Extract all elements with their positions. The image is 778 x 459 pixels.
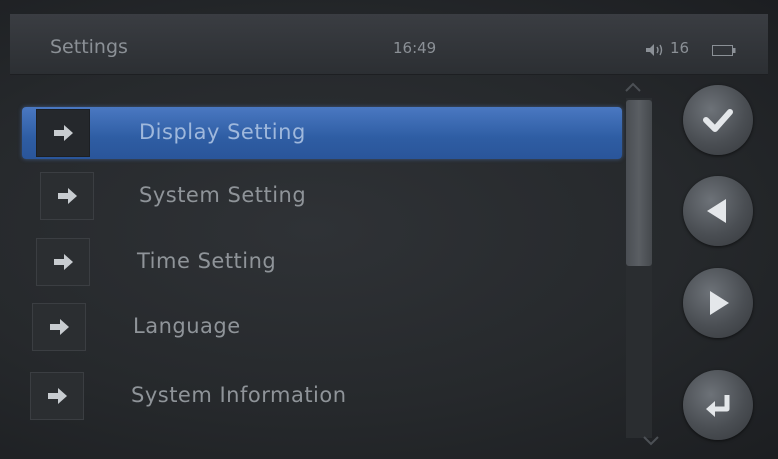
right-arrow-icon — [710, 291, 729, 315]
settings-list: Display Setting System Setting Time Sett… — [10, 80, 660, 450]
menu-item-system-setting[interactable]: System Setting — [22, 170, 622, 222]
previous-button[interactable] — [683, 176, 753, 246]
volume-level: 16 — [670, 39, 690, 57]
enter-button[interactable] — [683, 370, 753, 440]
menu-item-label: System Information — [131, 383, 347, 407]
menu-item-label: System Setting — [139, 183, 307, 207]
status-bar: Settings 16:49 16 — [10, 14, 768, 75]
speaker-icon — [646, 44, 663, 56]
arrow-box — [36, 109, 90, 157]
arrow-box — [30, 372, 84, 420]
enter-return-icon — [706, 395, 730, 417]
menu-item-display-setting[interactable]: Display Setting — [22, 107, 622, 159]
arrow-box — [32, 303, 86, 351]
arrow-right-icon — [54, 125, 73, 141]
arrow-right-icon — [58, 188, 77, 204]
arrow-right-icon — [54, 254, 73, 270]
page-title: Settings — [50, 36, 128, 58]
menu-item-time-setting[interactable]: Time Setting — [20, 236, 620, 288]
next-button[interactable] — [683, 268, 753, 338]
menu-item-label: Display Setting — [139, 120, 306, 144]
left-arrow-icon — [707, 199, 726, 223]
confirm-button[interactable] — [683, 85, 753, 155]
menu-item-system-information[interactable]: System Information — [14, 370, 614, 422]
scroll-up-icon[interactable] — [622, 80, 644, 94]
scroll-down-icon[interactable] — [640, 434, 662, 448]
checkmark-icon — [703, 109, 733, 132]
battery-icon — [712, 45, 736, 56]
arrow-box — [40, 172, 94, 220]
menu-item-label: Language — [133, 314, 241, 338]
arrow-right-icon — [48, 388, 67, 404]
menu-item-language[interactable]: Language — [16, 301, 616, 353]
device-screen: Settings 16:49 16 Display Setting System… — [0, 0, 778, 459]
menu-item-label: Time Setting — [137, 249, 277, 273]
arrow-right-icon — [50, 319, 69, 335]
arrow-box — [36, 238, 90, 286]
clock: 16:49 — [393, 39, 437, 57]
scrollbar-thumb[interactable] — [626, 100, 652, 266]
